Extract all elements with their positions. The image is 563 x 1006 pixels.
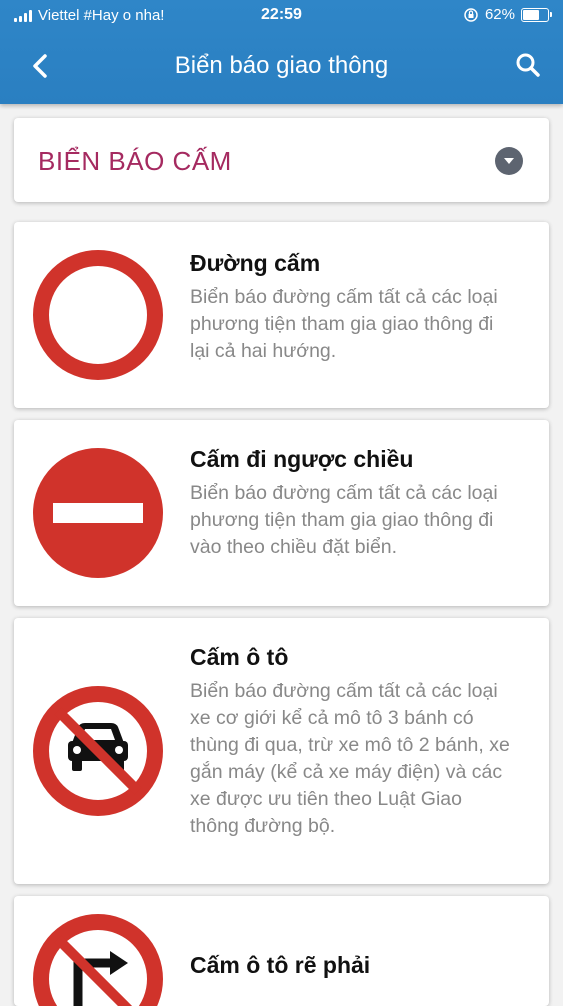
no-cars-sign-icon	[33, 686, 163, 816]
battery-icon	[521, 7, 552, 22]
caret-down-icon	[504, 158, 514, 164]
sign-card[interactable]: Đường cấm Biển báo đường cấm tất cả các …	[14, 222, 549, 408]
no-entry-sign-icon	[33, 448, 163, 578]
battery-percent: 62%	[484, 6, 515, 23]
title-bar: Biển báo giao thông	[0, 32, 563, 102]
status-right: 62%	[463, 6, 552, 23]
sign-name: Cấm đi ngược chiều	[190, 446, 414, 472]
sign-card[interactable]: Cấm đi ngược chiều Biển báo đường cấm tấ…	[14, 420, 549, 606]
sign-name: Đường cấm	[190, 250, 321, 276]
app-header: Viettel #Hay o nha! 22:59 62% Biển báo g…	[0, 0, 563, 104]
sign-card[interactable]: Cấm ô tô Biển báo đường cấm tất cả các l…	[14, 618, 549, 884]
sign-description: Biển báo đường cấm tất cả các loại phươn…	[190, 482, 498, 558]
status-bar: Viettel #Hay o nha! 22:59 62%	[0, 0, 563, 32]
sign-name: Cấm ô tô	[190, 644, 289, 670]
category-dropdown[interactable]: BIỂN BÁO CẤM	[14, 118, 549, 202]
no-right-turn-cars-sign-icon	[33, 914, 163, 1006]
sign-description: Biển báo đường cấm tất cả các loại phươn…	[190, 286, 498, 362]
search-button[interactable]	[511, 48, 545, 82]
category-label: BIỂN BÁO CẤM	[38, 146, 232, 176]
page-title: Biển báo giao thông	[174, 52, 389, 79]
dropdown-toggle[interactable]	[495, 147, 523, 175]
no-entry-both-directions-sign-icon	[33, 250, 163, 380]
sign-name: Cấm ô tô rẽ phải	[190, 952, 371, 978]
search-icon	[516, 53, 540, 77]
rotation-lock-icon	[464, 7, 478, 22]
sign-description: Biển báo đường cấm tất cả các loại xe cơ…	[190, 680, 510, 837]
sign-card[interactable]: Cấm ô tô rẽ phải	[14, 896, 549, 1006]
